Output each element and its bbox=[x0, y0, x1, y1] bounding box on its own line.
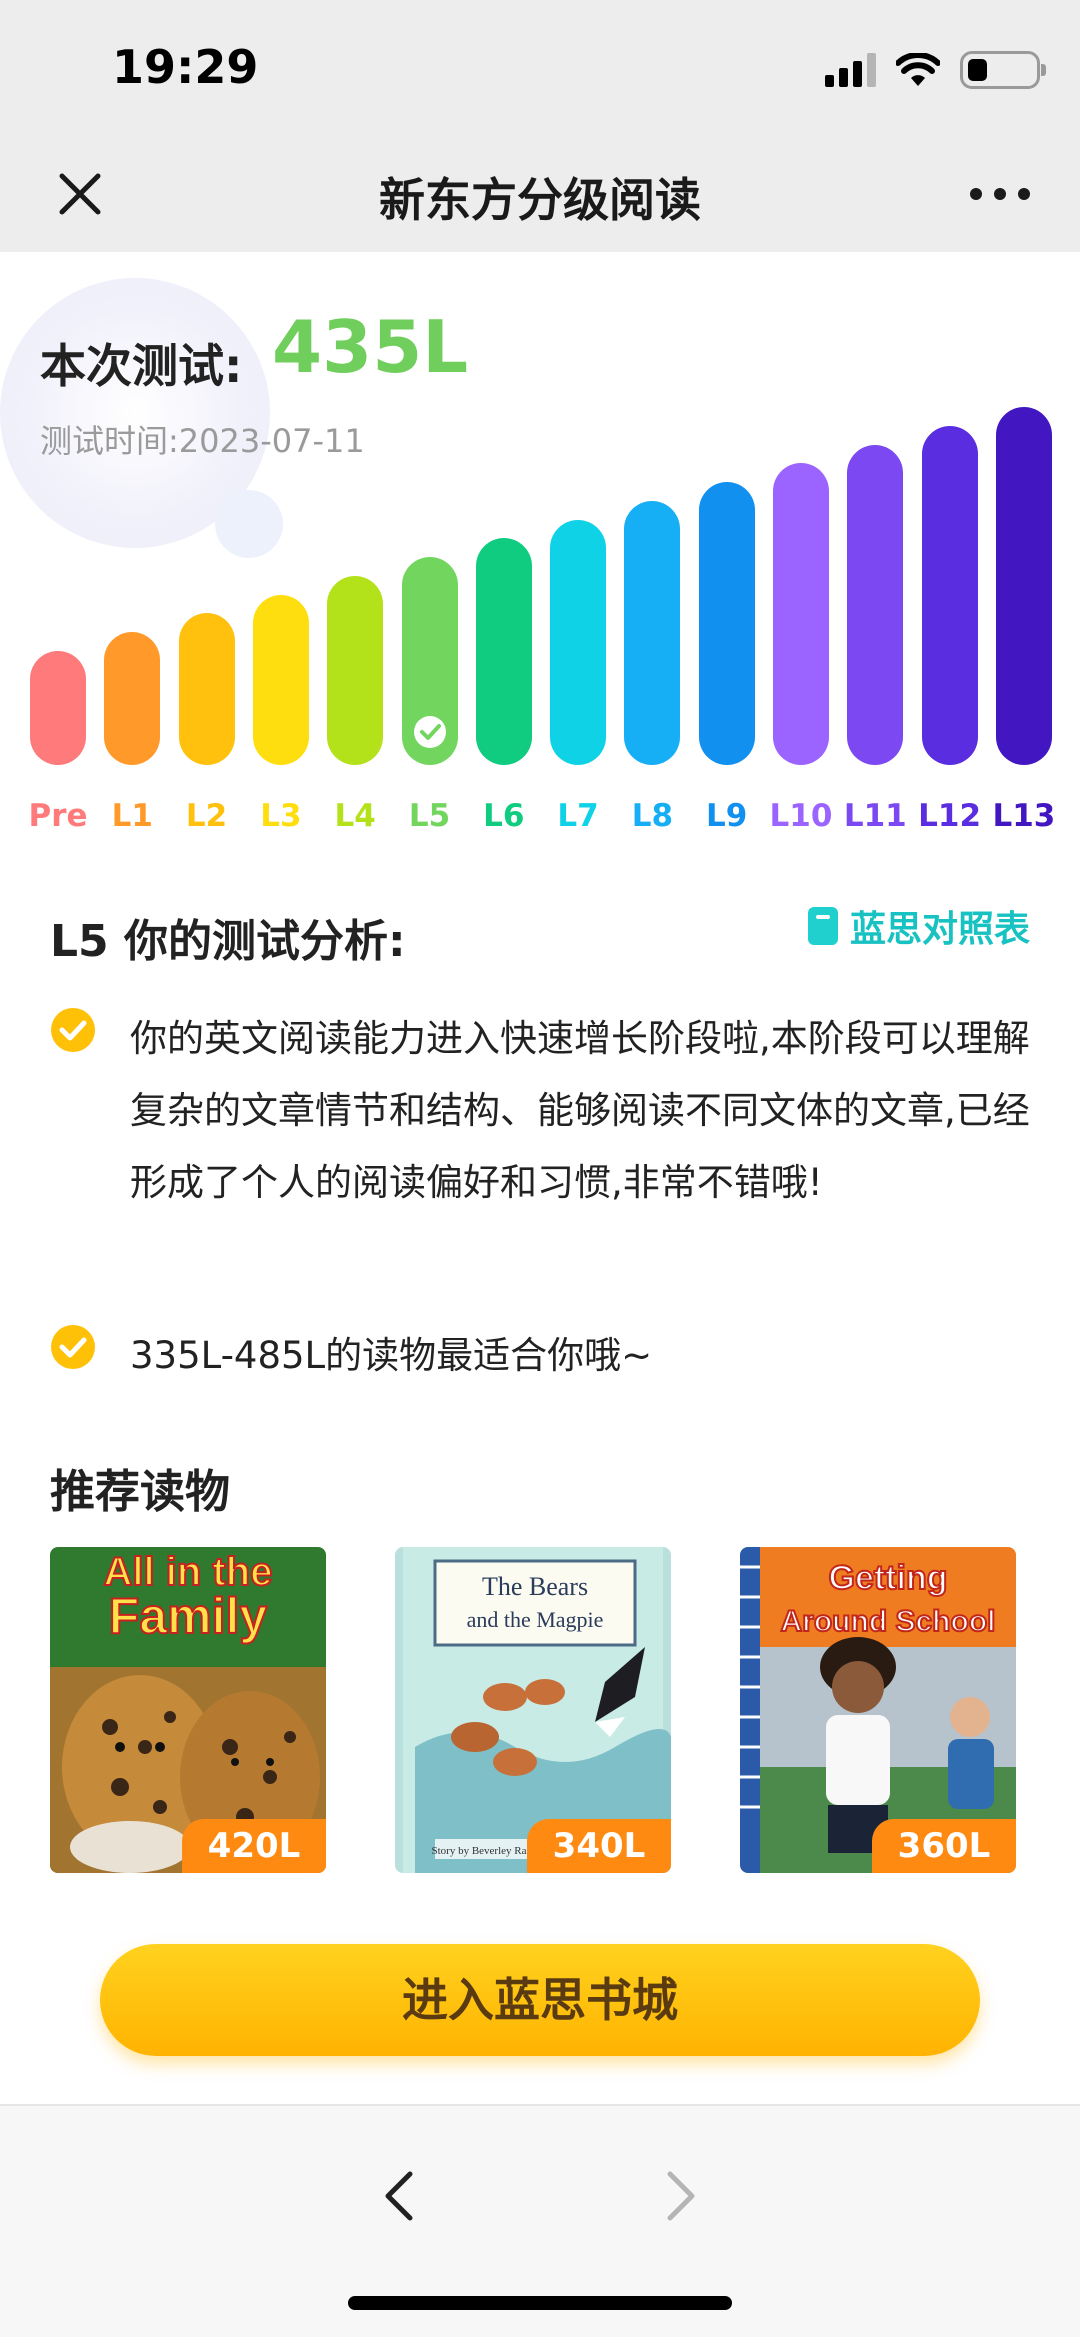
battery-icon bbox=[960, 51, 1046, 89]
book-level-badge: 360L bbox=[872, 1819, 1016, 1873]
book-cover-title: The Bears bbox=[482, 1572, 588, 1601]
lexile-table-label: 蓝思对照表 bbox=[849, 909, 1030, 950]
book-card-3[interactable]: Getting Around School 360L bbox=[740, 1547, 1016, 1873]
current-level-check-icon bbox=[413, 715, 446, 748]
status-time: 19:29 bbox=[112, 40, 259, 94]
more-icon[interactable] bbox=[970, 164, 1030, 224]
level-bar-l5 bbox=[401, 557, 458, 765]
level-bar-l2 bbox=[178, 613, 235, 765]
score-label: 本次测试: bbox=[40, 339, 243, 393]
lexile-table-link[interactable]: 蓝思对照表 bbox=[807, 900, 1030, 952]
analysis-text: 335L-485L的读物最适合你哦~ bbox=[130, 1334, 653, 1377]
level-bar-l11 bbox=[847, 444, 904, 765]
level-bar-l12 bbox=[921, 425, 978, 765]
book-card-1[interactable]: All in the Family 420L bbox=[50, 1547, 326, 1873]
page-title: 新东方分级阅读 bbox=[379, 173, 701, 227]
bookmark-icon bbox=[807, 907, 838, 945]
analysis-bullet: 335L-485L的读物最适合你哦~ bbox=[50, 1320, 1030, 1392]
check-circle-icon bbox=[51, 1325, 95, 1369]
analysis-bullet: 你的英文阅读能力进入快速增长阶段啦,本阶段可以理解复杂的文章情节和结构、能够阅读… bbox=[50, 1003, 1030, 1219]
book-cover-title: Getting bbox=[829, 1559, 948, 1597]
check-circle-icon bbox=[51, 1008, 95, 1052]
level-bar-l7 bbox=[550, 519, 607, 765]
status-icons bbox=[825, 48, 1046, 92]
level-bar-l10 bbox=[773, 463, 829, 765]
back-icon[interactable] bbox=[374, 2166, 424, 2226]
enter-bookstore-button[interactable]: 进入蓝思书城 bbox=[100, 1944, 980, 2056]
level-bar-pre bbox=[30, 651, 86, 765]
battery-level bbox=[968, 59, 987, 81]
level-bar-l6 bbox=[475, 538, 532, 765]
book-cover-title: and the Magpie bbox=[467, 1607, 604, 1632]
level-chart: Pre L1 L2 L3 L4 L5 L6 L7 L8 L9 L10 L11 L12 L13 bbox=[0, 390, 1080, 850]
wifi-icon bbox=[896, 53, 940, 86]
analysis-title: L5 你的测试分析: bbox=[50, 916, 406, 967]
nav-bar: 新东方分级阅读 bbox=[0, 140, 1080, 252]
level-bar-l8 bbox=[624, 500, 681, 765]
analysis-text: 你的英文阅读能力进入快速增长阶段啦,本阶段可以理解复杂的文章情节和结构、能够阅读… bbox=[130, 1017, 1030, 1204]
home-indicator[interactable] bbox=[348, 2296, 732, 2310]
score-value: 435L bbox=[272, 305, 469, 389]
recommended-title: 推荐读物 bbox=[50, 1465, 231, 1518]
level-bar-l4 bbox=[327, 575, 384, 765]
signal-icon bbox=[825, 53, 876, 87]
book-cover-title: Around School bbox=[781, 1605, 996, 1638]
book-level-badge: 420L bbox=[182, 1819, 326, 1873]
level-bar-l1 bbox=[104, 632, 161, 765]
book-card-2[interactable]: The Bears and the Magpie Story by Beverl… bbox=[395, 1547, 671, 1873]
book-level-badge: 340L bbox=[527, 1819, 671, 1873]
status-bar: 19:29 bbox=[0, 0, 1080, 140]
forward-icon[interactable] bbox=[656, 2166, 706, 2226]
book-cover-title: Family bbox=[109, 1588, 268, 1644]
level-bar-l3 bbox=[252, 594, 309, 765]
level-bar-l13 bbox=[995, 407, 1052, 765]
level-label-l13: L13 bbox=[992, 798, 1056, 834]
level-bar-l9 bbox=[698, 482, 755, 765]
